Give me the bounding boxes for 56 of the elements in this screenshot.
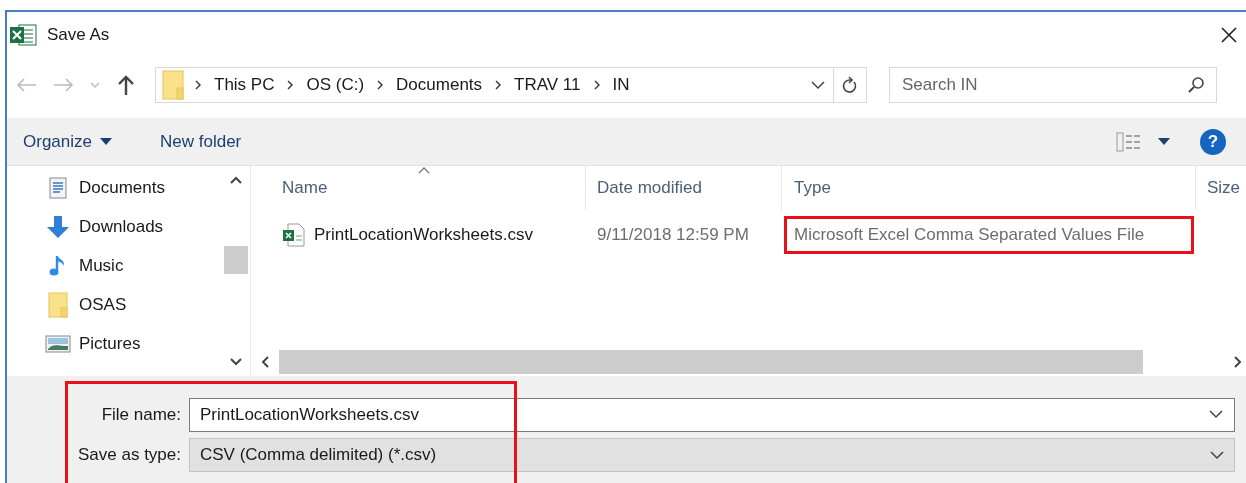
file-type-dropdown[interactable]: CSV (Comma delimited) (*.csv) — [189, 438, 1235, 472]
new-folder-button[interactable]: New folder — [158, 127, 244, 156]
up-arrow-icon[interactable] — [117, 74, 135, 96]
chevron-icon — [376, 79, 385, 91]
breadcrumb-item[interactable]: TRAV 11 — [512, 75, 583, 95]
address-dropdown-icon — [811, 80, 825, 90]
breadcrumb-item[interactable]: IN — [610, 75, 632, 95]
caret-icon — [100, 138, 112, 145]
close-icon[interactable] — [1220, 26, 1238, 44]
help-button[interactable]: ? — [1200, 128, 1226, 155]
file-name[interactable]: PrintLocationWorksheets.csv — [314, 225, 533, 245]
folder-icon — [48, 292, 68, 318]
organize-menu-button[interactable]: Organize — [21, 127, 114, 156]
music-note-icon — [49, 254, 67, 278]
document-icon — [49, 177, 67, 199]
address-bar[interactable]: This PC OS (C:) Documents TRAV 11 IN — [155, 67, 867, 103]
column-header[interactable]: Name — [251, 166, 586, 210]
scroll-down-icon[interactable] — [230, 358, 242, 366]
breadcrumb-item[interactable]: OS (C:) — [304, 75, 367, 95]
search-icon[interactable] — [1187, 76, 1205, 94]
refresh-icon[interactable] — [842, 76, 858, 94]
sidebar-item[interactable]: Documents — [45, 174, 222, 202]
window-title: Save As — [47, 25, 111, 45]
sidebar-item[interactable]: Downloads — [45, 213, 222, 241]
picture-icon — [45, 335, 71, 353]
dropdown-icon — [1210, 450, 1224, 460]
file-type-cell: Microsoft Excel Comma Separated Values File — [784, 216, 1194, 254]
scroll-left-icon[interactable] — [261, 356, 269, 368]
dropdown-icon — [1209, 410, 1223, 419]
spreadsheet-file-icon — [282, 223, 306, 247]
sidebar-item[interactable]: Pictures — [45, 330, 222, 358]
column-header[interactable]: Date modified — [586, 166, 782, 210]
folder-icon — [162, 68, 184, 102]
chevron-icon — [494, 79, 503, 91]
file-name-field[interactable]: PrintLocationWorksheets.csv — [189, 398, 1235, 432]
chevron-icon — [592, 79, 601, 91]
sidebar-item[interactable]: Music — [45, 252, 222, 280]
scroll-up-icon[interactable] — [230, 176, 242, 184]
chevron-icon — [286, 79, 295, 91]
file-name-label: File name: — [100, 405, 182, 425]
column-header[interactable]: Type — [782, 166, 1196, 210]
scrollbar-thumb[interactable] — [279, 350, 1143, 374]
breadcrumb-item[interactable]: This PC — [212, 75, 277, 95]
spreadsheet-app-icon — [9, 24, 37, 46]
date-modified: 9/11/2018 12:59 PM — [597, 225, 749, 245]
search-field[interactable]: Search IN — [889, 67, 1217, 103]
sort-caret-icon — [418, 166, 430, 174]
view-caret-icon[interactable] — [1158, 138, 1170, 145]
column-header[interactable]: Size — [1196, 166, 1246, 210]
save-as-type-label: Save as type: — [77, 445, 182, 465]
scrollbar-thumb[interactable] — [224, 246, 248, 274]
chevron-icon — [194, 79, 202, 91]
breadcrumb-item[interactable]: Documents — [394, 75, 485, 95]
download-arrow-icon — [45, 215, 71, 239]
scroll-right-icon[interactable] — [1234, 356, 1242, 368]
sidebar-item[interactable]: OSAS — [45, 291, 222, 319]
